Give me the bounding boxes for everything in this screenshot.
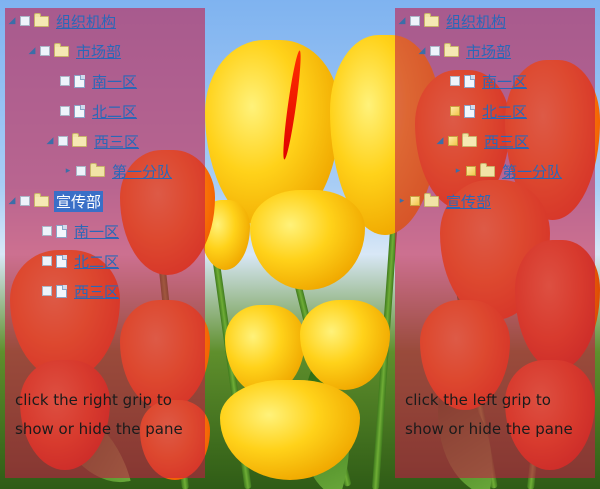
checkbox[interactable]	[410, 196, 420, 206]
collapse-arrow-icon[interactable]: ◢	[7, 16, 17, 26]
file-icon	[74, 74, 85, 88]
checkbox[interactable]	[40, 46, 50, 56]
checkbox[interactable]	[60, 76, 70, 86]
tree-node-label[interactable]: 组织机构	[444, 11, 508, 32]
tree-node-north[interactable]: 北二区	[60, 101, 139, 121]
file-icon	[56, 284, 67, 298]
file-icon	[56, 224, 67, 238]
file-icon	[464, 74, 475, 88]
left-pane: ◢ 组织机构 ◢ 市场部 南一区 北二区 ◢ 西三区 ▸ 第一分队 ◢ 宣传部 …	[5, 8, 205, 478]
tree-node-market[interactable]: ◢ 市场部	[27, 41, 123, 61]
right-pane: ◢ 组织机构 ◢ 市场部 南一区 北二区 ◢ 西三区 ▸ 第一分队 ▸ 宣传部 …	[395, 8, 595, 478]
folder-open-icon	[444, 42, 459, 57]
collapse-arrow-icon[interactable]: ◢	[7, 196, 17, 206]
checkbox[interactable]	[450, 106, 460, 116]
tree-node-south[interactable]: 南一区	[60, 71, 139, 91]
expand-arrow-icon[interactable]: ▸	[63, 166, 73, 176]
file-icon	[464, 104, 475, 118]
tree-node-label[interactable]: 市场部	[464, 41, 513, 62]
tree-node-promo-north[interactable]: 北二区	[42, 251, 121, 271]
tree-node-label[interactable]: 北二区	[72, 251, 121, 272]
file-icon	[74, 104, 85, 118]
tree-node-label[interactable]: 北二区	[90, 101, 139, 122]
checkbox[interactable]	[430, 46, 440, 56]
folder-icon	[90, 162, 105, 177]
folder-open-icon	[54, 42, 69, 57]
tree-node-squad[interactable]: ▸ 第一分队	[63, 161, 174, 181]
folder-open-icon	[462, 132, 477, 147]
checkbox[interactable]	[448, 136, 458, 146]
checkbox[interactable]	[410, 16, 420, 26]
checkbox[interactable]	[76, 166, 86, 176]
expand-arrow-icon[interactable]: ▸	[397, 196, 407, 206]
tree-node-promo-west[interactable]: 西三区	[42, 281, 121, 301]
tree-node-label[interactable]: 南一区	[480, 71, 529, 92]
folder-open-icon	[34, 192, 49, 207]
tree-node-label[interactable]: 西三区	[72, 281, 121, 302]
tree-node-label[interactable]: 组织机构	[54, 11, 118, 32]
checkbox[interactable]	[466, 166, 476, 176]
collapse-arrow-icon[interactable]: ◢	[397, 16, 407, 26]
tree-node-squad[interactable]: ▸ 第一分队	[453, 161, 564, 181]
checkbox[interactable]	[58, 136, 68, 146]
tree-node-label-selected[interactable]: 宣传部	[54, 190, 104, 212]
folder-icon	[480, 162, 495, 177]
tree-node-label[interactable]: 市场部	[74, 41, 123, 62]
tree-node-promo[interactable]: ◢ 宣传部	[7, 190, 104, 212]
file-icon	[56, 254, 67, 268]
tree-node-root[interactable]: ◢ 组织机构	[7, 11, 118, 31]
tree-node-label[interactable]: 南一区	[72, 221, 121, 242]
checkbox[interactable]	[42, 256, 52, 266]
checkbox[interactable]	[42, 226, 52, 236]
tree-node-root[interactable]: ◢ 组织机构	[397, 11, 508, 31]
checkbox[interactable]	[20, 16, 30, 26]
tree-node-promo-south[interactable]: 南一区	[42, 221, 121, 241]
tree-node-west[interactable]: ◢ 西三区	[435, 131, 531, 151]
expand-arrow-icon[interactable]: ▸	[453, 166, 463, 176]
folder-open-icon	[424, 12, 439, 27]
tree-node-label[interactable]: 西三区	[482, 131, 531, 152]
tree-node-south[interactable]: 南一区	[450, 71, 529, 91]
collapse-arrow-icon[interactable]: ◢	[45, 136, 55, 146]
checkbox[interactable]	[42, 286, 52, 296]
collapse-arrow-icon[interactable]: ◢	[417, 46, 427, 56]
tree-node-market[interactable]: ◢ 市场部	[417, 41, 513, 61]
tree-node-promo[interactable]: ▸ 宣传部	[397, 191, 493, 211]
checkbox[interactable]	[450, 76, 460, 86]
tree-node-label[interactable]: 北二区	[480, 101, 529, 122]
tree-node-label[interactable]: 第一分队	[110, 161, 174, 182]
tree-node-label[interactable]: 南一区	[90, 71, 139, 92]
folder-open-icon	[72, 132, 87, 147]
collapse-arrow-icon[interactable]: ◢	[27, 46, 37, 56]
collapse-arrow-icon[interactable]: ◢	[435, 136, 445, 146]
tree-node-label[interactable]: 第一分队	[500, 161, 564, 182]
pane-hint-text: click the left grip to show or hide the …	[405, 391, 573, 438]
folder-icon	[424, 192, 439, 207]
tree-node-north[interactable]: 北二区	[450, 101, 529, 121]
checkbox[interactable]	[20, 196, 30, 206]
tree-node-label[interactable]: 西三区	[92, 131, 141, 152]
tree-node-west[interactable]: ◢ 西三区	[45, 131, 141, 151]
tree-node-label[interactable]: 宣传部	[444, 191, 493, 212]
folder-open-icon	[34, 12, 49, 27]
checkbox[interactable]	[60, 106, 70, 116]
pane-hint-text: click the right grip to show or hide the…	[15, 391, 183, 438]
